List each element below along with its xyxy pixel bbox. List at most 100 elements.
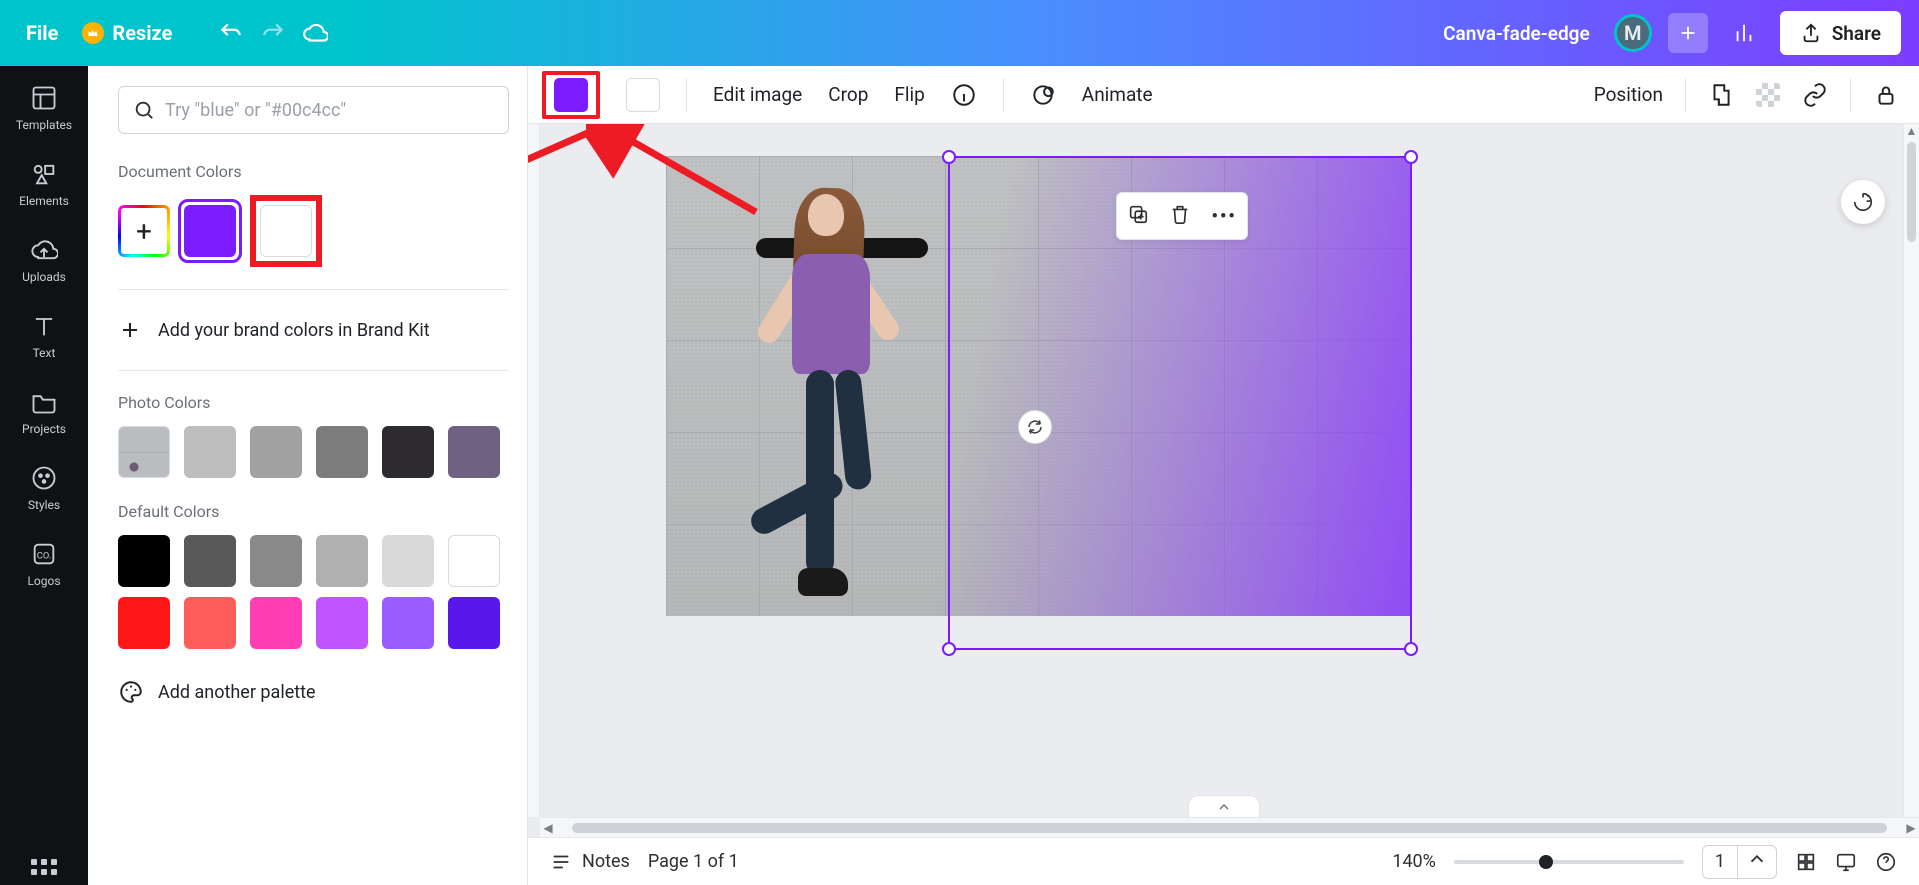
- scroll-up-arrow[interactable]: ▲: [1904, 124, 1919, 138]
- scroll-thumb[interactable]: [1907, 142, 1916, 242]
- side-rail: Templates Elements Uploads Text Projects…: [0, 66, 88, 885]
- default-color-swatch[interactable]: [118, 535, 170, 587]
- scroll-left-arrow[interactable]: ◀: [540, 821, 556, 835]
- horizontal-scrollbar[interactable]: ◀ ▶: [540, 817, 1919, 837]
- vertical-scrollbar[interactable]: ▲: [1903, 124, 1919, 817]
- document-color-swatch[interactable]: [260, 205, 312, 257]
- add-palette-link[interactable]: Add another palette: [118, 659, 509, 705]
- default-color-swatch[interactable]: [448, 597, 500, 649]
- rail-projects-label: Projects: [22, 422, 66, 436]
- notes-label: Notes: [582, 851, 630, 872]
- page-control[interactable]: 1: [1702, 845, 1777, 879]
- scroll-thumb[interactable]: [572, 823, 1887, 833]
- rail-styles[interactable]: Styles: [28, 464, 60, 512]
- collapse-pages-tab[interactable]: [1188, 795, 1260, 817]
- help-icon[interactable]: [1875, 851, 1897, 873]
- page-caret-icon[interactable]: [1738, 848, 1776, 875]
- crop-button[interactable]: Crop: [828, 83, 868, 106]
- cloud-sync-icon[interactable]: [302, 20, 328, 46]
- resize-button[interactable]: Resize: [82, 21, 172, 45]
- page-indicator[interactable]: Page 1 of 1: [648, 851, 739, 872]
- transparency-button[interactable]: [1756, 83, 1780, 107]
- magic-assist-button[interactable]: [1841, 180, 1885, 224]
- default-color-swatch[interactable]: [316, 597, 368, 649]
- second-color-chip[interactable]: [626, 78, 660, 112]
- rail-more[interactable]: [31, 859, 57, 875]
- animate-button[interactable]: Animate: [1082, 83, 1153, 106]
- rail-text-label: Text: [33, 346, 56, 360]
- share-button[interactable]: Share: [1780, 11, 1901, 55]
- flip-button[interactable]: Flip: [894, 83, 924, 106]
- default-color-swatch[interactable]: [250, 535, 302, 587]
- link-icon[interactable]: [1802, 82, 1828, 108]
- default-color-swatch[interactable]: [316, 535, 368, 587]
- zoom-slider[interactable]: [1454, 860, 1684, 864]
- separator: [1685, 78, 1686, 112]
- default-color-swatch[interactable]: [184, 535, 236, 587]
- avatar[interactable]: M: [1614, 14, 1652, 52]
- document-color-swatch[interactable]: [184, 205, 236, 257]
- photo-colors-label: Photo Colors: [118, 393, 509, 412]
- lock-icon[interactable]: [1873, 82, 1899, 108]
- svg-text:CO.: CO.: [37, 551, 51, 562]
- brand-kit-label: Add your brand colors in Brand Kit: [158, 320, 430, 341]
- more-button[interactable]: •••: [1211, 206, 1236, 227]
- zoom-value[interactable]: 140%: [1392, 851, 1436, 872]
- default-color-swatch[interactable]: [250, 597, 302, 649]
- insights-button[interactable]: [1724, 13, 1764, 53]
- copy-style-icon[interactable]: [1708, 82, 1734, 108]
- present-icon[interactable]: [1835, 851, 1857, 873]
- resize-handle[interactable]: [942, 150, 956, 164]
- grid-view-icon[interactable]: [1795, 851, 1817, 873]
- resize-handle[interactable]: [1404, 642, 1418, 656]
- rail-elements[interactable]: Elements: [19, 160, 69, 208]
- redo-button[interactable]: [260, 20, 286, 46]
- photo-color-swatch[interactable]: [382, 426, 434, 478]
- rail-uploads[interactable]: Uploads: [22, 236, 66, 284]
- photo-color-swatch[interactable]: [448, 426, 500, 478]
- page-indicator-label: Page 1 of 1: [648, 851, 739, 872]
- brand-kit-link[interactable]: Add your brand colors in Brand Kit: [118, 312, 509, 348]
- default-color-swatch[interactable]: [118, 597, 170, 649]
- share-label: Share: [1832, 22, 1881, 45]
- default-color-swatch[interactable]: [382, 597, 434, 649]
- photo-color-swatch[interactable]: [250, 426, 302, 478]
- scroll-right-arrow[interactable]: ▶: [1903, 821, 1919, 835]
- rail-text[interactable]: Text: [30, 312, 58, 360]
- undo-button[interactable]: [218, 20, 244, 46]
- resize-handle[interactable]: [1404, 150, 1418, 164]
- position-button[interactable]: Position: [1594, 83, 1663, 106]
- info-icon[interactable]: [951, 82, 977, 108]
- canvas-area[interactable]: ••• ◀ ▶ ▲: [528, 124, 1919, 837]
- add-member-button[interactable]: [1668, 13, 1708, 53]
- file-menu[interactable]: File: [18, 15, 66, 51]
- duplicate-button[interactable]: [1127, 203, 1149, 229]
- document-title[interactable]: Canva-fade-edge: [1443, 22, 1590, 45]
- photo-thumb-swatch[interactable]: [118, 426, 170, 478]
- zoom-knob[interactable]: [1539, 855, 1553, 869]
- photo-color-swatch[interactable]: [316, 426, 368, 478]
- rail-projects[interactable]: Projects: [22, 388, 66, 436]
- default-color-swatch[interactable]: [184, 597, 236, 649]
- color-search-input[interactable]: [165, 100, 494, 121]
- rail-logos-label: Logos: [27, 574, 60, 588]
- context-toolbar: Edit image Crop Flip Animate Position: [528, 66, 1919, 124]
- edit-image-button[interactable]: Edit image: [713, 83, 802, 106]
- more-apps-icon: [31, 859, 57, 875]
- resize-label: Resize: [112, 21, 172, 45]
- default-color-swatch[interactable]: [382, 535, 434, 587]
- rail-elements-label: Elements: [19, 194, 69, 208]
- resize-handle[interactable]: [942, 642, 956, 656]
- color-search[interactable]: [118, 86, 509, 134]
- separator: [1003, 78, 1004, 112]
- current-color-chip[interactable]: [554, 78, 588, 112]
- add-color-swatch[interactable]: +: [118, 205, 170, 257]
- rail-templates[interactable]: Templates: [16, 84, 72, 132]
- top-bar: File Resize Canva-fade-edge M Share: [0, 0, 1919, 66]
- photo-color-swatch[interactable]: [184, 426, 236, 478]
- delete-button[interactable]: [1169, 203, 1191, 229]
- rail-logos[interactable]: CO. Logos: [27, 540, 60, 588]
- default-color-swatch[interactable]: [448, 535, 500, 587]
- notes-button[interactable]: Notes: [550, 851, 630, 873]
- annotation-highlight-white-swatch: [250, 195, 322, 267]
